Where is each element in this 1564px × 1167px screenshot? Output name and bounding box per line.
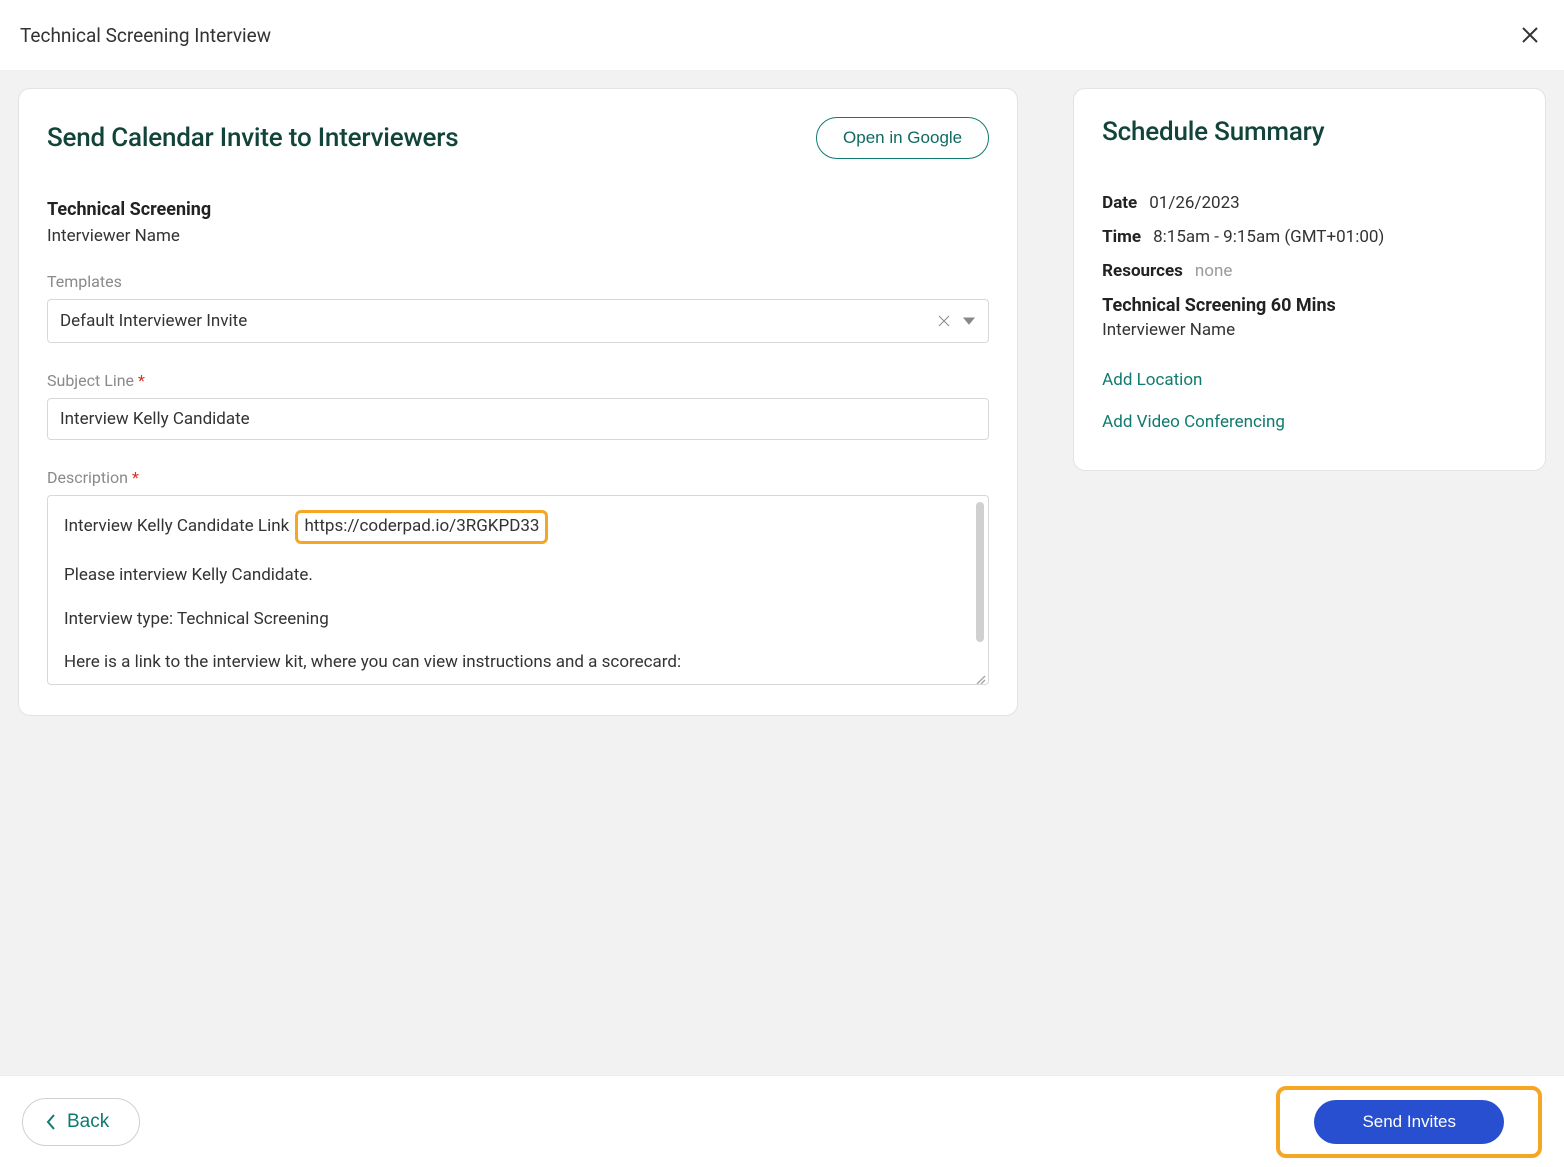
required-star: * <box>138 371 145 390</box>
scrollbar-thumb[interactable] <box>976 502 984 642</box>
back-button-label: Back <box>67 1111 109 1133</box>
resize-handle-icon[interactable] <box>974 670 986 682</box>
invite-card: Send Calendar Invite to Interviewers Ope… <box>18 88 1018 716</box>
summary-screening-line: Technical Screening 60 Mins <box>1102 295 1517 316</box>
summary-resources-key: Resources <box>1102 261 1183 281</box>
description-scrollbar[interactable] <box>976 502 984 672</box>
add-video-link[interactable]: Add Video Conferencing <box>1102 412 1285 432</box>
page-header: Technical Screening Interview <box>0 0 1564 70</box>
template-select-icons <box>938 315 976 327</box>
clear-icon[interactable] <box>938 315 950 327</box>
summary-date-row: Date 01/26/2023 <box>1102 193 1517 213</box>
back-button[interactable]: Back <box>22 1098 140 1146</box>
page-title: Technical Screening Interview <box>20 24 271 47</box>
summary-date-key: Date <box>1102 193 1137 213</box>
close-icon <box>1520 25 1540 45</box>
add-location-link[interactable]: Add Location <box>1102 370 1202 390</box>
summary-time-val: 8:15am - 9:15am (GMT+01:00) <box>1153 227 1384 247</box>
summary-resources-row: Resources none <box>1102 261 1517 281</box>
send-invites-button[interactable]: Send Invites <box>1314 1100 1504 1144</box>
chevron-left-icon <box>45 1113 57 1131</box>
schedule-summary-card: Schedule Summary Date 01/26/2023 Time 8:… <box>1073 88 1546 471</box>
summary-interviewer-line: Interviewer Name <box>1102 320 1517 340</box>
footer-bar: Back Send Invites <box>0 1075 1564 1167</box>
desc-line1-prefix: Interview Kelly Candidate Link <box>64 516 289 536</box>
template-select-value: Default Interviewer Invite <box>60 311 247 331</box>
template-select[interactable]: Default Interviewer Invite <box>47 299 989 343</box>
coderpad-link-highlight: https://coderpad.io/3RGKPD33 <box>295 510 548 544</box>
templates-label: Templates <box>47 272 989 291</box>
summary-screening-block: Technical Screening 60 Mins Interviewer … <box>1102 295 1517 340</box>
desc-line2: Please interview Kelly Candidate. <box>64 564 972 588</box>
required-star: * <box>132 468 139 487</box>
description-label: Description* <box>47 468 989 487</box>
subject-input[interactable] <box>47 398 989 440</box>
desc-line3: Interview type: Technical Screening <box>64 608 972 632</box>
description-content: Interview Kelly Candidate Link https://c… <box>64 510 972 675</box>
invite-card-title: Send Calendar Invite to Interviewers <box>47 123 458 153</box>
invite-card-header: Send Calendar Invite to Interviewers Ope… <box>47 117 989 159</box>
send-invites-highlight: Send Invites <box>1276 1086 1542 1158</box>
summary-title: Schedule Summary <box>1102 117 1517 147</box>
description-textarea[interactable]: Interview Kelly Candidate Link https://c… <box>47 495 989 685</box>
summary-time-key: Time <box>1102 227 1141 247</box>
screening-heading: Technical Screening <box>47 199 989 220</box>
summary-resources-val: none <box>1195 261 1233 281</box>
summary-date-val: 01/26/2023 <box>1149 193 1239 213</box>
body-area: Send Calendar Invite to Interviewers Ope… <box>0 70 1564 1075</box>
chevron-down-icon[interactable] <box>962 316 976 326</box>
open-in-google-button[interactable]: Open in Google <box>816 117 989 159</box>
summary-time-row: Time 8:15am - 9:15am (GMT+01:00) <box>1102 227 1517 247</box>
desc-line4: Here is a link to the interview kit, whe… <box>64 651 972 675</box>
subject-label: Subject Line* <box>47 371 989 390</box>
close-button[interactable] <box>1516 21 1544 49</box>
interviewer-name: Interviewer Name <box>47 226 989 246</box>
